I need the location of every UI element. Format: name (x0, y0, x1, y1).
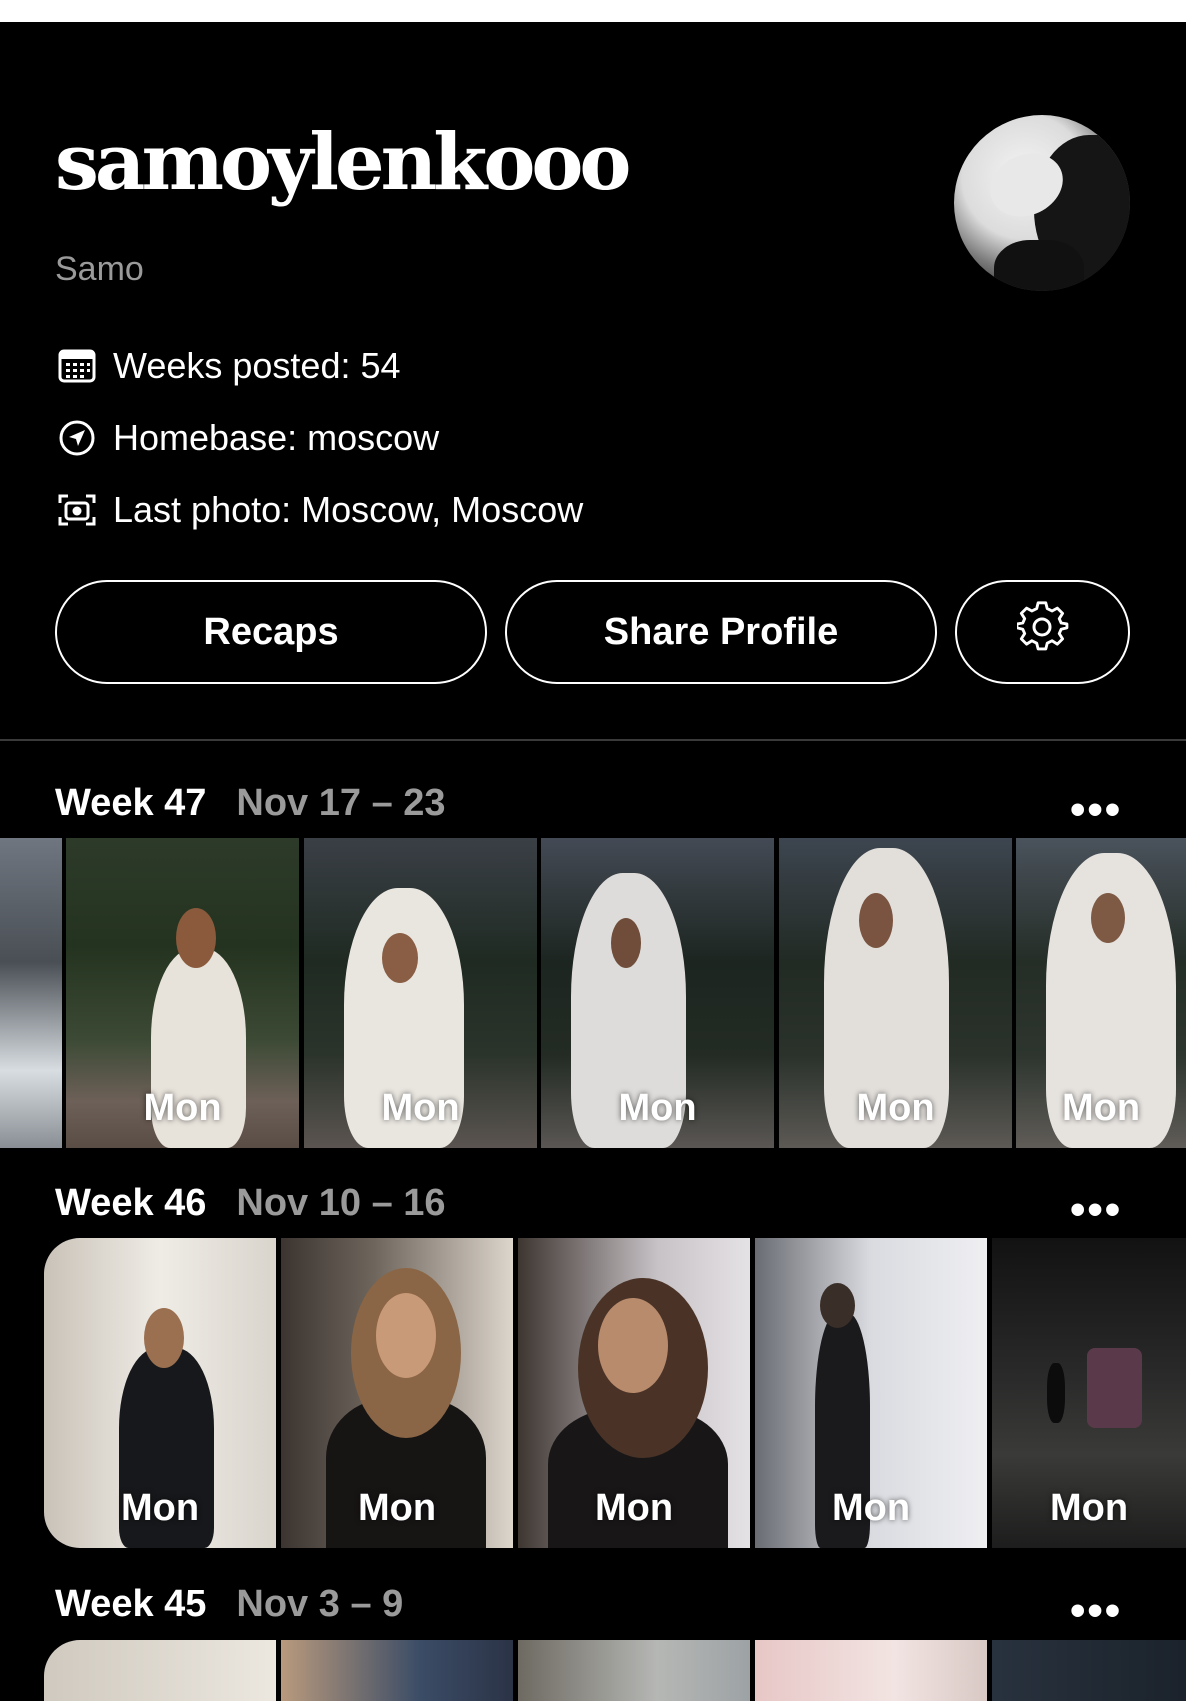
week-photo-strip[interactable]: Mon Mon Mon Mon Mon (0, 1238, 1186, 1548)
weeks-posted-text: Weeks posted: 54 (113, 345, 401, 386)
week-photo-strip[interactable] (0, 1640, 1186, 1701)
photo-thumbnail[interactable]: Mon (541, 838, 774, 1148)
photo-day-label: Mon (357, 1487, 437, 1529)
camera-icon (57, 490, 97, 530)
week-header: Week 45 Nov 3 – 9 (55, 1583, 403, 1626)
photo-thumbnail[interactable]: Mon (992, 1238, 1186, 1548)
photo-thumbnail[interactable]: Mon (755, 1238, 987, 1548)
photo-thumbnail[interactable] (992, 1640, 1186, 1701)
photo-thumbnail[interactable] (0, 838, 62, 1148)
recaps-button[interactable]: Recaps (55, 580, 487, 684)
photo-day-label: Mon (618, 1087, 697, 1129)
week-photo-strip[interactable]: Mon Mon Mon Mon Mon (0, 838, 1186, 1148)
photo-day-label: Mon (381, 1087, 460, 1129)
photo-thumbnail[interactable] (518, 1640, 750, 1701)
photo-thumbnail[interactable] (44, 1640, 276, 1701)
week-header: Week 47 Nov 17 – 23 (55, 782, 446, 825)
last-photo-row: Last photo: Moscow, Moscow (57, 489, 583, 531)
week-date-range: Nov 10 – 16 (236, 1182, 446, 1224)
location-arrow-icon (57, 418, 97, 458)
photo-thumbnail[interactable]: Mon (518, 1238, 750, 1548)
week-more-button[interactable]: ••• (1070, 788, 1122, 832)
week-date-range: Nov 17 – 23 (236, 782, 446, 824)
week-more-button[interactable]: ••• (1070, 1589, 1122, 1633)
photo-thumbnail[interactable] (755, 1640, 987, 1701)
week-more-button[interactable]: ••• (1070, 1188, 1122, 1232)
photo-day-label: Mon (594, 1487, 674, 1529)
photo-thumbnail[interactable]: Mon (304, 838, 537, 1148)
status-bar-area (0, 0, 1186, 22)
settings-button[interactable] (955, 580, 1130, 684)
photo-day-label: Mon (143, 1087, 222, 1129)
photo-thumbnail[interactable]: Mon (281, 1238, 513, 1548)
weeks-posted-row: Weeks posted: 54 (57, 345, 401, 387)
photo-day-label: Mon (1049, 1487, 1129, 1529)
photo-thumbnail[interactable]: Mon (1016, 838, 1186, 1148)
week-title: Week 46 (55, 1182, 207, 1224)
week-date-range: Nov 3 – 9 (236, 1583, 404, 1625)
profile-display-name: Samo (55, 250, 144, 288)
photo-thumbnail[interactable]: Mon (66, 838, 299, 1148)
profile-username: samoylenkooo (55, 117, 631, 208)
week-title: Week 45 (55, 1583, 207, 1625)
photo-thumbnail[interactable]: Mon (779, 838, 1012, 1148)
photo-day-label: Mon (831, 1487, 911, 1529)
section-divider (0, 739, 1186, 741)
photo-day-label: Mon (120, 1487, 200, 1529)
homebase-row: Homebase: moscow (57, 417, 439, 459)
week-header: Week 46 Nov 10 – 16 (55, 1182, 446, 1225)
last-photo-text: Last photo: Moscow, Moscow (113, 489, 584, 530)
calendar-icon (57, 346, 97, 386)
gear-icon (1015, 601, 1069, 663)
profile-avatar[interactable] (954, 115, 1130, 291)
photo-thumbnail[interactable] (281, 1640, 513, 1701)
homebase-text: Homebase: moscow (113, 417, 440, 458)
photo-day-label: Mon (1061, 1087, 1141, 1129)
photo-day-label: Mon (856, 1087, 935, 1129)
week-title: Week 47 (55, 782, 207, 824)
photo-thumbnail[interactable]: Mon (44, 1238, 276, 1548)
share-profile-button[interactable]: Share Profile (505, 580, 937, 684)
